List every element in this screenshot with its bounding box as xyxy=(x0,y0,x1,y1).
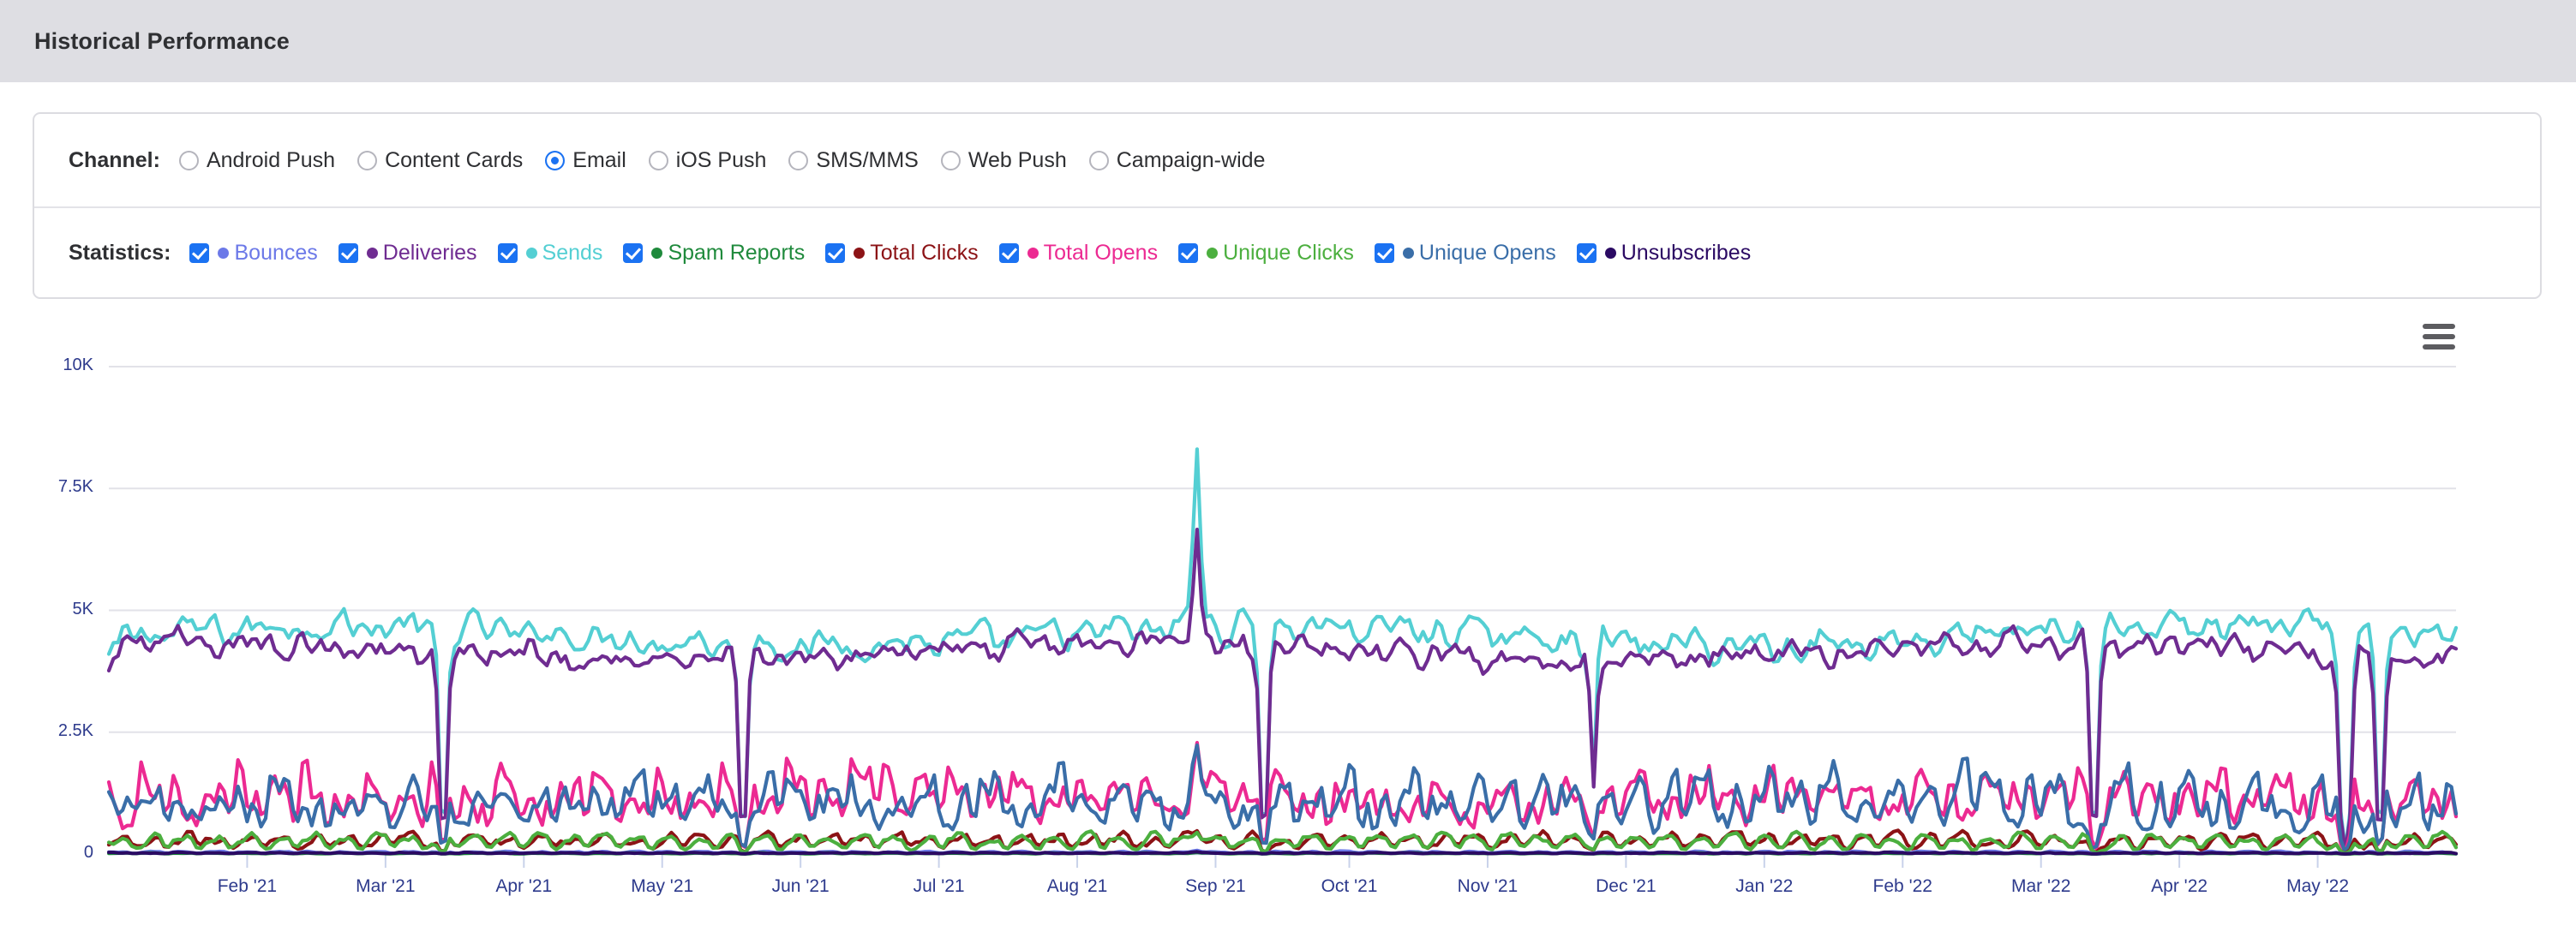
radio-mark-icon xyxy=(357,150,378,170)
channel-radio-android-push[interactable]: Android Push xyxy=(178,147,336,173)
series-color-dot xyxy=(1604,247,1616,259)
statistic-checkbox-unsubscribes[interactable]: Unsubscribes xyxy=(1576,240,1752,266)
series-color-dot xyxy=(651,247,663,259)
x-axis-tick-label: Sep '21 xyxy=(1185,876,1246,896)
channel-radio-label: Web Push xyxy=(967,147,1067,172)
series-color-dot xyxy=(366,247,378,259)
series-line-unsubscribes xyxy=(107,850,2458,856)
x-axis-tick-label: Mar '21 xyxy=(356,876,416,896)
page-header: Historical Performance xyxy=(0,0,2576,82)
radio-mark-icon xyxy=(1088,150,1109,170)
checkbox-checked-icon xyxy=(189,242,210,263)
channel-label: Channel: xyxy=(69,147,160,172)
statistic-label: Unique Clicks xyxy=(1223,240,1354,265)
statistic-checkbox-unique-opens[interactable]: Unique Opens xyxy=(1374,240,1556,266)
filter-card: Channel: Android Push Content Cards Email i… xyxy=(33,112,2542,299)
channel-radio-email[interactable]: Email xyxy=(545,148,626,173)
x-axis-tick-label: Apr '21 xyxy=(495,876,553,896)
chart-context-menu-button[interactable] xyxy=(2423,324,2455,350)
series-color-dot xyxy=(1207,247,1219,259)
checkbox-checked-icon xyxy=(825,242,846,263)
series-color-dot xyxy=(218,247,230,259)
channel-radio-label: iOS Push xyxy=(675,147,767,172)
channel-radio-label: Android Push xyxy=(206,147,336,172)
channel-radio-label: Email xyxy=(572,147,626,172)
series-color-dot xyxy=(854,247,866,259)
radio-mark-icon xyxy=(545,150,566,170)
statistic-label: Bounces xyxy=(234,240,318,265)
hamburger-bar-2 xyxy=(2423,334,2455,339)
channel-radio-sms-mms[interactable]: SMS/MMS xyxy=(788,147,919,173)
statistic-checkbox-sends[interactable]: Sends xyxy=(497,240,603,266)
y-axis-tick-label: 2.5K xyxy=(57,720,93,740)
checkbox-checked-icon xyxy=(998,242,1019,263)
series-line-total-opens xyxy=(106,740,2459,854)
statistic-checkbox-unique-clicks[interactable]: Unique Clicks xyxy=(1178,241,1354,266)
channel-radio-label: Content Cards xyxy=(385,147,524,172)
checkbox-checked-icon xyxy=(1374,242,1394,263)
statistics-label: Statistics: xyxy=(69,240,171,265)
statistic-checkbox-spam-reports[interactable]: Spam Reports xyxy=(623,241,805,266)
y-axis-tick-label: 10K xyxy=(63,355,93,374)
y-axis-tick-label: 0 xyxy=(83,843,93,862)
statistic-checkbox-deliveries[interactable]: Deliveries xyxy=(338,241,477,266)
statistic-label: Sends xyxy=(542,240,603,265)
statistic-checkbox-total-opens[interactable]: Total Opens xyxy=(998,240,1159,266)
chart-plot-svg xyxy=(106,366,2459,868)
radio-mark-icon xyxy=(940,150,961,170)
x-axis-tick-label: Dec '21 xyxy=(1596,876,1656,896)
checkbox-checked-icon xyxy=(338,242,358,263)
x-axis-tick-label: Jan '22 xyxy=(1735,876,1794,896)
x-axis-tick-label: Feb '22 xyxy=(1872,876,1932,896)
x-axis-tick-label: Feb '21 xyxy=(217,876,278,896)
x-axis-tick-label: Jun '21 xyxy=(771,876,830,896)
x-axis-tick-label: Mar '22 xyxy=(2011,876,2071,896)
channel-radio-campaign-wide[interactable]: Campaign-wide xyxy=(1088,147,1266,173)
statistic-label: Spam Reports xyxy=(668,240,806,265)
channel-radio-label: SMS/MMS xyxy=(816,147,919,172)
x-axis-tick-label: May '21 xyxy=(631,876,694,896)
statistic-label: Deliveries xyxy=(382,240,477,265)
channel-radio-web-push[interactable]: Web Push xyxy=(940,147,1067,173)
radio-mark-icon xyxy=(178,150,199,170)
checkbox-checked-icon xyxy=(1576,242,1597,263)
channel-filter-row: Channel: Android Push Content Cards Email i… xyxy=(34,114,2540,206)
channel-radio-group: Android Push Content Cards Email iOS Push SM… xyxy=(178,147,1287,173)
checkbox-checked-icon xyxy=(623,242,644,263)
channel-radio-label: Campaign-wide xyxy=(1116,147,1266,172)
statistic-label: Unique Opens xyxy=(1418,240,1556,265)
x-axis-tick-label: Apr '22 xyxy=(2151,876,2208,896)
statistics-checkbox-group: Bounces Deliveries Sends Spam Reports Total … xyxy=(189,241,1771,266)
statistics-filter-row: Statistics: Bounces Deliveries Sends Spam R… xyxy=(34,206,2540,297)
radio-mark-icon xyxy=(788,150,809,170)
hamburger-bar-1 xyxy=(2423,324,2455,329)
y-axis-tick-label: 5K xyxy=(72,599,93,618)
statistic-label: Total Opens xyxy=(1043,240,1159,265)
channel-radio-content-cards[interactable]: Content Cards xyxy=(357,148,523,173)
series-color-dot xyxy=(1027,247,1039,259)
channel-radio-ios-push[interactable]: iOS Push xyxy=(648,147,767,173)
statistic-label: Unsubscribes xyxy=(1620,240,1752,265)
series-color-dot xyxy=(1402,247,1414,259)
statistic-checkbox-total-clicks[interactable]: Total Clicks xyxy=(825,240,979,266)
x-axis-tick-label: May '22 xyxy=(2286,876,2349,896)
x-axis-tick-label: Oct '21 xyxy=(1321,876,1378,896)
y-axis-tick-label: 7.5K xyxy=(57,477,93,497)
radio-mark-icon xyxy=(648,150,668,170)
checkbox-checked-icon xyxy=(1178,242,1199,263)
page-title: Historical Performance xyxy=(34,28,290,54)
hamburger-bar-3 xyxy=(2423,344,2455,350)
historical-performance-chart: 0 2.5K 5K 7.5K 10K Feb '21 Mar '21 Apr '21 May … xyxy=(0,304,2576,932)
statistic-label: Total Clicks xyxy=(870,240,979,265)
series-color-dot xyxy=(525,247,537,259)
x-axis-tick-label: Jul '21 xyxy=(913,876,965,896)
x-axis-tick-label: Nov '21 xyxy=(1457,876,1519,896)
statistic-checkbox-bounces[interactable]: Bounces xyxy=(189,240,318,266)
x-axis-tick-label: Aug '21 xyxy=(1046,876,1108,896)
checkbox-checked-icon xyxy=(497,242,518,263)
